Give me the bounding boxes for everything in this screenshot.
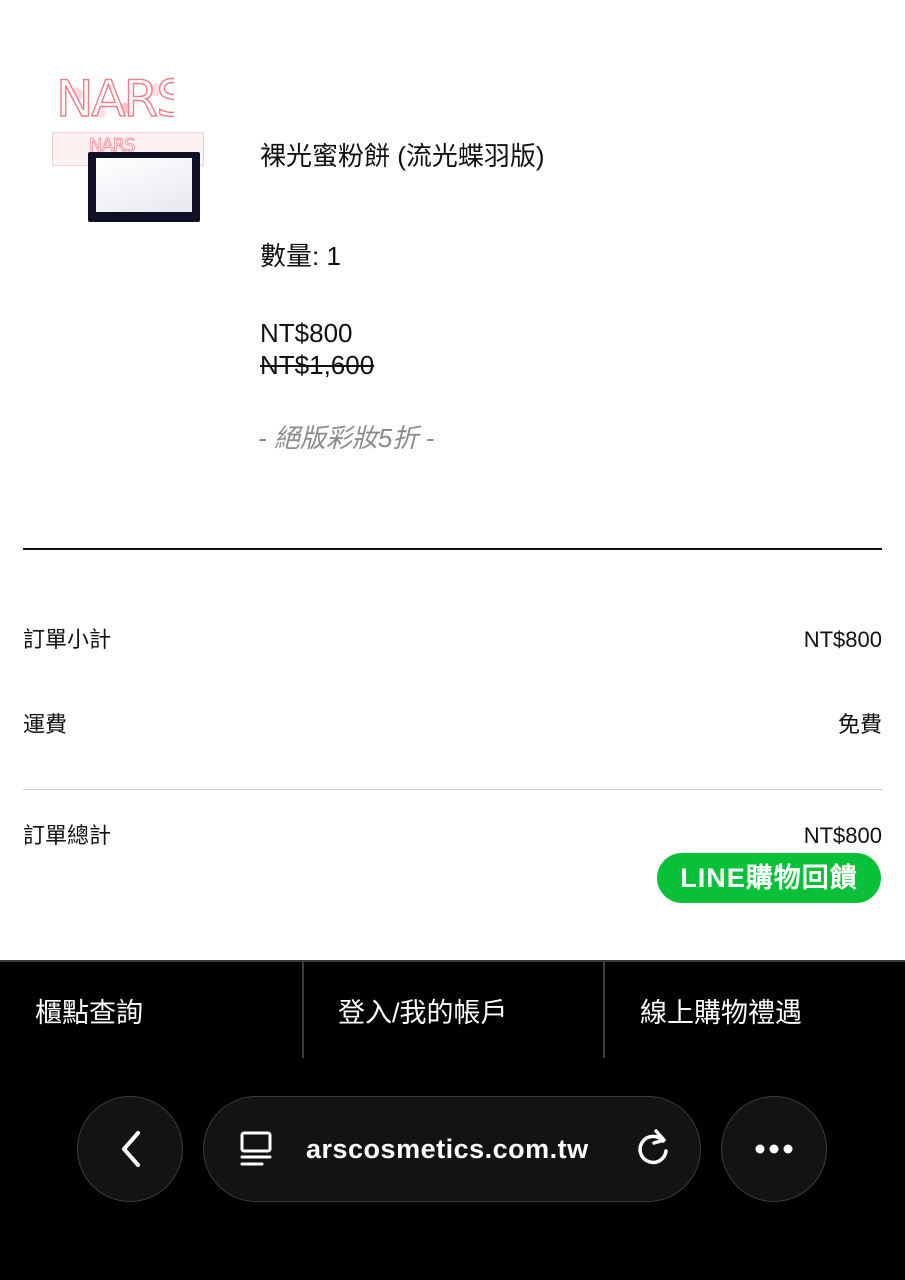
tabs-icon <box>240 1131 272 1166</box>
product-name[interactable]: 裸光蜜粉餅 (流光蝶羽版) <box>260 140 545 172</box>
price-current: NT$800 <box>260 318 353 348</box>
total-value: NT$800 <box>803 823 882 848</box>
subtotal-value: NT$800 <box>803 627 882 652</box>
footer-link-store-locator[interactable]: 櫃點查詢 <box>35 996 143 1030</box>
url-text[interactable]: arscosmetics.com.tw <box>306 1132 589 1166</box>
subtotal-label: 訂單小計 <box>23 627 112 652</box>
section-divider <box>23 548 882 550</box>
footer-separator <box>302 962 304 1058</box>
product-quantity: 數量: 1 <box>260 241 341 271</box>
footer-border <box>0 960 905 962</box>
promo-label: - 絕版彩妝5折 - <box>258 423 435 453</box>
compact-powder <box>96 158 192 212</box>
footer-link-online-offers[interactable]: 線上購物禮遇 <box>640 996 802 1030</box>
summary-divider <box>23 789 882 790</box>
shipping-label: 運費 <box>23 712 68 737</box>
price-original: NT$1,600 <box>260 350 375 380</box>
line-shopping-cashback-badge[interactable]: LINE購物回饋 <box>657 853 881 903</box>
more-icon <box>755 1144 793 1154</box>
footer-link-account[interactable]: 登入/我的帳戶 <box>338 996 508 1030</box>
nars-logo: NARS <box>56 72 174 126</box>
total-label: 訂單總計 <box>23 823 112 848</box>
shipping-value: 免費 <box>837 712 882 737</box>
footer-separator <box>603 962 605 1058</box>
more-button[interactable] <box>721 1096 827 1202</box>
chevron-left-icon <box>122 1131 140 1167</box>
back-button[interactable] <box>77 1096 183 1202</box>
reload-icon[interactable] <box>632 1127 674 1171</box>
product-image[interactable]: NARS NARS <box>52 72 204 224</box>
